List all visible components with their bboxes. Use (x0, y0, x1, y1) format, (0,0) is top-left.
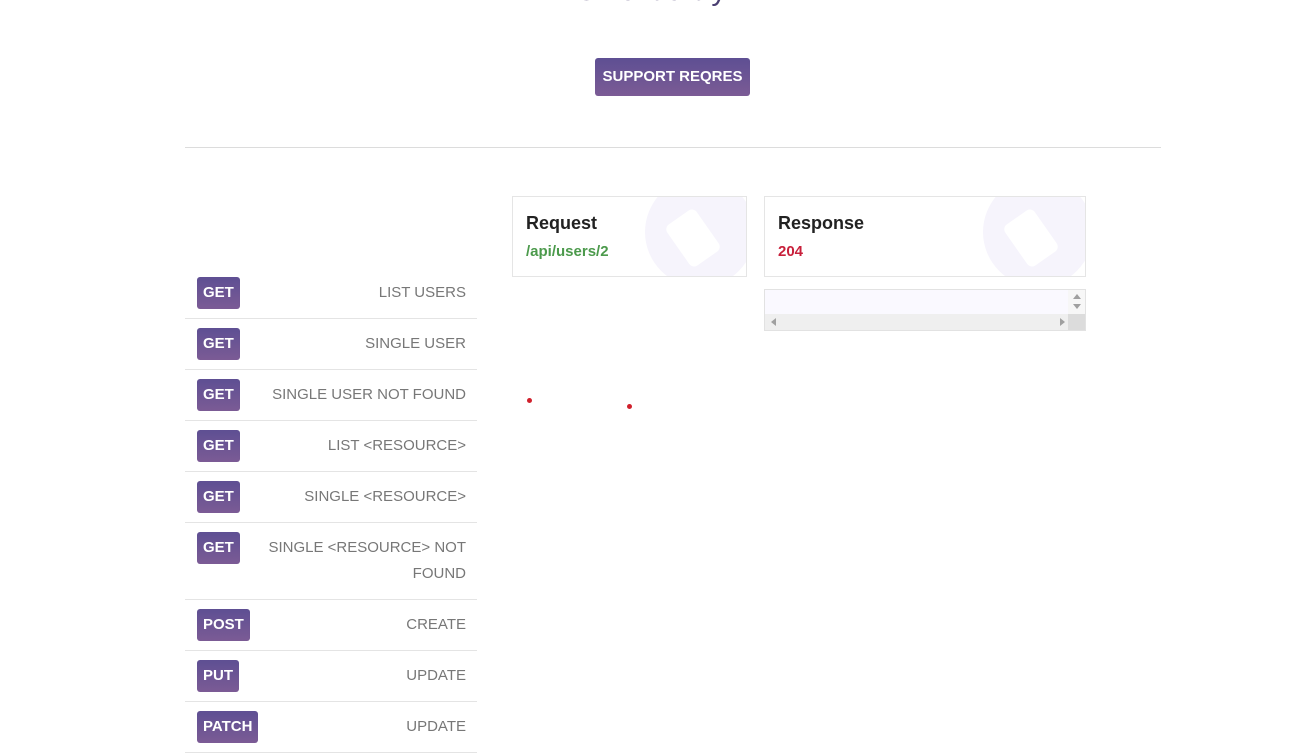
response-body[interactable] (764, 289, 1086, 331)
method-badge: PATCH (197, 711, 259, 743)
endpoint-label: SINGLE USER NOT FOUND (272, 386, 466, 403)
endpoint-update-patch[interactable]: PATCH UPDATE (185, 702, 477, 753)
method-badge: GET (197, 328, 240, 360)
endpoint-label: LIST USERS (378, 284, 466, 301)
endpoint-label: CREATE (406, 616, 466, 633)
endpoint-label: SINGLE USER (365, 335, 466, 352)
endpoint-single-user-not-found[interactable]: GET SINGLE USER NOT FOUND (185, 370, 477, 421)
watermark-logo-icon (645, 197, 746, 276)
section-divider (185, 147, 1161, 148)
method-badge: GET (197, 430, 240, 462)
endpoint-list-users[interactable]: GET LIST USERS (185, 268, 477, 319)
endpoint-list-resource[interactable]: GET LIST <RESOURCE> (185, 421, 477, 472)
scroll-left-icon[interactable] (771, 318, 776, 326)
method-badge: POST (197, 609, 250, 641)
loading-dot (527, 398, 532, 403)
response-card: Response 204 (764, 196, 1086, 277)
endpoint-single-resource[interactable]: GET SINGLE <RESOURCE> (185, 472, 477, 523)
loading-dot (627, 404, 632, 409)
method-badge: GET (197, 532, 240, 564)
scroll-right-icon[interactable] (1060, 318, 1065, 326)
watermark-logo-icon (983, 197, 1085, 276)
endpoint-label: UPDATE (406, 718, 466, 735)
response-title: Response (778, 213, 865, 233)
endpoint-label: UPDATE (406, 667, 466, 684)
method-badge: GET (197, 481, 240, 513)
endpoint-label: SINGLE <RESOURCE> (304, 488, 466, 505)
horizontal-scrollbar[interactable] (765, 314, 1069, 330)
scroll-down-icon[interactable] (1073, 304, 1081, 309)
method-badge: GET (197, 379, 240, 411)
request-url: /api/users/2 (526, 243, 609, 260)
response-status-code: 204 (778, 243, 804, 260)
scrollbar-corner (1068, 314, 1085, 330)
endpoint-label: SINGLE <RESOURCE> NOT FOUND (268, 539, 466, 582)
request-card: Request /api/users/2 (512, 196, 747, 277)
endpoint-update-put[interactable]: PUT UPDATE (185, 651, 477, 702)
section-heading: Give it a try (0, 0, 1301, 8)
scroll-up-icon[interactable] (1073, 294, 1081, 299)
vertical-scrollbar[interactable] (1068, 290, 1085, 314)
endpoint-create[interactable]: POST CREATE (185, 600, 477, 651)
endpoint-list: GET LIST USERS GET SINGLE USER GET SINGL… (185, 268, 477, 753)
method-badge: PUT (197, 660, 239, 692)
method-badge: GET (197, 277, 240, 309)
endpoint-single-user[interactable]: GET SINGLE USER (185, 319, 477, 370)
support-reqres-button[interactable]: SUPPORT REQRES (595, 58, 750, 96)
request-title: Request (526, 213, 598, 233)
endpoint-label: LIST <RESOURCE> (327, 437, 466, 454)
endpoint-single-resource-not-found[interactable]: GET SINGLE <RESOURCE> NOT FOUND (185, 523, 477, 600)
